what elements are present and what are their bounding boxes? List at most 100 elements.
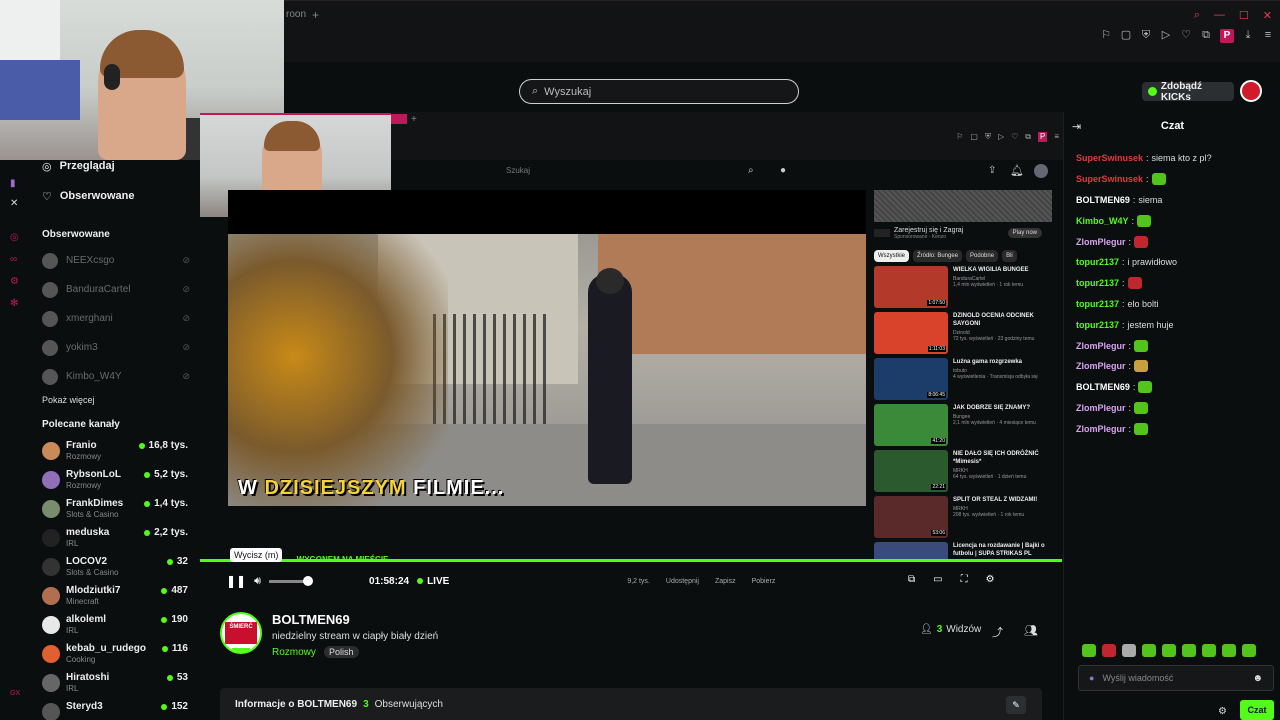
profile-icon[interactable]: P — [1220, 29, 1234, 43]
settings-icon[interactable]: ✻ — [10, 298, 18, 309]
chat-username[interactable]: BOLTMEN69 — [1076, 195, 1130, 205]
minimize-icon[interactable]: — — [1214, 9, 1225, 22]
shield-icon[interactable]: ⛨ — [985, 132, 991, 142]
emote[interactable] — [1142, 644, 1156, 657]
chat-username[interactable]: topur2137 — [1076, 299, 1119, 309]
search-icon[interactable]: ⌕ — [1194, 9, 1200, 22]
streamer-name[interactable]: BOLTMEN69 — [272, 612, 350, 627]
chat-username[interactable]: BOLTMEN69 — [1076, 382, 1130, 392]
menu-icon[interactable]: ≡ — [1054, 132, 1059, 142]
microphone-icon[interactable]: ● — [780, 165, 786, 176]
settings-icon[interactable]: ⚙ — [986, 574, 995, 585]
recommended-channel[interactable]: Mlodziutki7 Minecraft 487 — [32, 581, 200, 610]
download-icon[interactable]: ⤓ — [1242, 29, 1254, 41]
recommended-channel[interactable]: LOCOV2 Slots & Casino 32 — [32, 552, 200, 581]
emote[interactable] — [1082, 644, 1096, 657]
gx-icon[interactable]: GX — [10, 690, 20, 697]
recommended-channel[interactable]: RybsonLoL Rozmowy 5,2 tys. — [32, 465, 200, 494]
chat-username[interactable]: SuperSwinusek — [1076, 174, 1143, 184]
like-button[interactable]: 9,2 tys. — [627, 578, 650, 585]
browser-tab-fragment[interactable]: roon — [286, 9, 306, 20]
chat-username[interactable]: ZlomPlegur — [1076, 237, 1126, 247]
extensions-icon[interactable]: ⧉ — [1025, 132, 1031, 142]
streamer-avatar[interactable]: ŚMIERĆ — [220, 612, 262, 654]
chat-username[interactable]: ZlomPlegur — [1076, 341, 1126, 351]
chat-username[interactable]: ZlomPlegur — [1076, 424, 1126, 434]
stream-language-tag[interactable]: Polish — [324, 646, 359, 658]
heart-icon[interactable]: ♡ — [1180, 29, 1192, 41]
screenshot-icon[interactable]: ▢ — [970, 132, 978, 142]
filter-chip[interactable]: Podobne — [966, 250, 999, 262]
search-input[interactable]: ⌕ Wyszukaj — [519, 79, 799, 104]
video-item[interactable]: Licencja na rozdawanie | Bajki o futbolu… — [874, 542, 1054, 560]
recommended-channel[interactable]: Steryd3 152 — [32, 697, 200, 720]
bell-icon[interactable]: 🔔︎ — [1010, 164, 1024, 177]
video-item[interactable]: 22:21 NIE DAŁO SIĘ ICH ODRÓŻNIĆ *Mimesis*… — [874, 450, 1054, 496]
heart-icon[interactable]: ♡ — [1011, 132, 1018, 142]
video-item[interactable]: 1:07:50 WIELKA WIGILIA BUNGEE BanduraCarte… — [874, 266, 1054, 312]
chat-username[interactable]: topur2137 — [1076, 320, 1119, 330]
recommended-channel[interactable]: FrankDimes Slots & Casino 1,4 tys. — [32, 494, 200, 523]
new-tab-icon[interactable]: + — [411, 114, 417, 125]
volume-icon[interactable]: 🔊︎ — [254, 575, 261, 588]
circle-icon[interactable]: ◎ — [10, 232, 19, 243]
link-icon[interactable]: ∞ — [10, 254, 17, 265]
share-button[interactable]: Udostępnij — [666, 578, 699, 585]
close-icon[interactable]: ✕ — [1263, 9, 1272, 22]
upload-icon[interactable]: ⇪ — [988, 165, 996, 176]
emote[interactable] — [1162, 644, 1176, 657]
inner-tab[interactable] — [391, 114, 407, 124]
followed-channel[interactable]: NEEXcsgo ⊘ — [32, 246, 200, 275]
download-button[interactable]: Pobierz — [752, 578, 776, 585]
recommended-channel[interactable]: Hiratoshi IRL 53 — [32, 668, 200, 697]
pip-icon[interactable]: ⧉ — [908, 574, 915, 585]
sidebar-item-following[interactable]: ♡ Obserwowane — [32, 185, 200, 207]
chat-send-button[interactable]: Czat — [1240, 700, 1274, 720]
emote[interactable] — [1202, 644, 1216, 657]
play-icon[interactable]: ▷ — [998, 132, 1004, 142]
mic-icon[interactable]: ● — [1089, 673, 1094, 683]
fullscreen-icon[interactable]: ⛶ — [961, 574, 968, 585]
emoji-icon[interactable]: ☻ — [1252, 673, 1263, 684]
x-icon[interactable]: ✕ — [10, 198, 18, 209]
search-icon[interactable]: ⌕ — [748, 165, 754, 176]
gear-icon[interactable]: ⚙ — [1218, 706, 1227, 717]
chat-username[interactable]: topur2137 — [1076, 257, 1119, 267]
recommended-channel[interactable]: Franio Rozmowy 16,8 tys. — [32, 436, 200, 465]
followed-channel[interactable]: BanduraCartel ⊘ — [32, 275, 200, 304]
recommended-channel[interactable]: meduska IRL 2,2 tys. — [32, 523, 200, 552]
shield-icon[interactable]: ⛨ — [1140, 29, 1152, 41]
chat-input[interactable]: ● Wyślij wiadomość ☻ — [1078, 665, 1274, 691]
followed-channel[interactable]: xmerghani ⊘ — [32, 304, 200, 333]
twitch-icon[interactable]: ▮ — [10, 178, 16, 189]
show-more-link[interactable]: Pokaż więcej — [32, 395, 200, 405]
emote[interactable] — [1222, 644, 1236, 657]
maximize-icon[interactable]: ☐ — [1239, 9, 1249, 22]
bookmark-icon[interactable]: ⚐ — [1100, 29, 1112, 41]
emote[interactable] — [1122, 644, 1136, 657]
video-item[interactable]: 1:11:03 DZINOLD OCENIA ODCINEK SAYGONI Dzi… — [874, 312, 1054, 358]
followed-channel[interactable]: yokim3 ⊘ — [32, 333, 200, 362]
chat-username[interactable]: ZlomPlegur — [1076, 361, 1126, 371]
gear-icon[interactable]: ⚙ — [10, 276, 19, 287]
volume-slider[interactable] — [269, 575, 314, 586]
emote[interactable] — [1102, 644, 1116, 657]
screenshot-icon[interactable]: ▢ — [1120, 29, 1132, 41]
filter-chip[interactable]: Źródło: Bungee — [913, 250, 963, 262]
add-user-icon[interactable]: 👥︎ — [1024, 624, 1038, 637]
video-item[interactable]: 53:06 SPLIT OR STEAL Z WIDZAMI! MRKH 208 ty… — [874, 496, 1054, 542]
menu-icon[interactable]: ≡ — [1262, 29, 1274, 41]
followed-channel[interactable]: Kimbo_W4Y ⊘ — [32, 362, 200, 391]
emote[interactable] — [1182, 644, 1196, 657]
video-item[interactable]: 8:06:45 Luźna gama rozgrzewka tobuto 4 wyśw… — [874, 358, 1054, 404]
profile-icon[interactable]: P — [1037, 132, 1048, 142]
ad-banner[interactable] — [874, 190, 1052, 222]
youtube-avatar[interactable] — [1034, 164, 1048, 178]
chat-username[interactable]: Kimbo_W4Y — [1076, 216, 1129, 226]
sidebar-item-browse[interactable]: ◎ Przeglądaj — [32, 155, 200, 177]
bookmark-icon[interactable]: ⚐ — [956, 132, 963, 142]
extensions-icon[interactable]: ⧉ — [1200, 29, 1212, 41]
user-avatar[interactable] — [1240, 80, 1262, 102]
chat-username[interactable]: SuperSwinusek — [1076, 153, 1143, 163]
filter-chip[interactable]: Wszystkie — [874, 250, 909, 262]
